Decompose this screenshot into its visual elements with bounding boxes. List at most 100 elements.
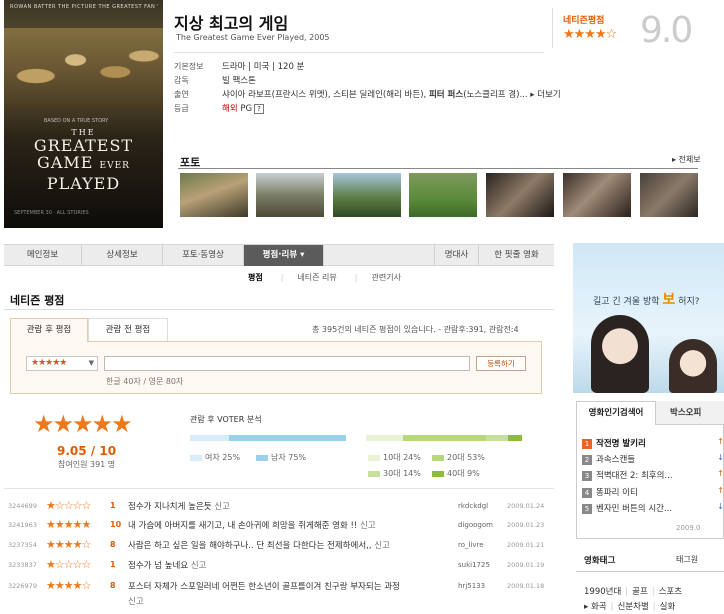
cast-list[interactable]: 샤이아 라보프(프란시스 위멧), 스티븐 딜레인(해리 바든), (222, 90, 429, 100)
review-user[interactable]: rkdckdgl (458, 502, 488, 510)
ranking-date: 2009.0 (676, 524, 701, 532)
legend-swatch-forties (432, 470, 444, 477)
tab-details[interactable]: 상세정보 (82, 245, 163, 266)
netizen-rating-score: 9.0 (640, 10, 693, 51)
review-user[interactable]: ro_livre (458, 541, 484, 549)
tab-quotes[interactable]: 명대사 (434, 245, 478, 266)
tag-link[interactable]: ▸ 화곡 (584, 602, 607, 612)
ranking-item[interactable]: 4 똥파리 이티 ↑ (582, 486, 724, 500)
photo-thumb-2[interactable] (256, 173, 324, 217)
info-basic: 드라마 | 미국 | 120 분 (222, 62, 305, 72)
review-row: 3226979 ★★★★☆ 8 포스터 자체가 스포일러네 어쩐든 한소년이 골… (4, 579, 554, 610)
tag-link[interactable]: 골프 (632, 587, 648, 597)
gender-bar (190, 435, 346, 441)
average-rating-score: 9.05 / 10 (57, 444, 117, 458)
age-bar-thirties (486, 435, 508, 441)
review-score: 1 (110, 501, 116, 510)
review-date: 2009.01.24 (507, 502, 545, 510)
participant-count: 참여인원 391 명 (58, 460, 116, 469)
photo-thumb-1[interactable] (180, 173, 248, 217)
grade-help-icon[interactable]: ? (254, 104, 264, 114)
legend-twenties: 20대 53% (432, 452, 485, 463)
report-link[interactable]: 신고 (188, 561, 207, 571)
tab-box-office[interactable]: 박스오피 (656, 401, 724, 425)
rating-divider (552, 8, 553, 48)
photo-thumb-7[interactable] (640, 173, 698, 217)
tab-before-viewing[interactable]: 관람 전 평점 (88, 318, 168, 341)
subtab-articles[interactable]: 관련기사 (371, 273, 400, 282)
tag-link[interactable]: 1990년대 (584, 587, 621, 597)
photo-thumb-3[interactable] (333, 173, 401, 217)
ranking-item[interactable]: 3 적벽대전 2: 최후의... ↑ (582, 469, 724, 483)
age-bar (366, 435, 522, 441)
tags-divider (576, 571, 724, 572)
advertisement-banner[interactable]: 길고 긴 겨울 방학 보 허지? (573, 243, 724, 393)
review-text: 사람은 하고 싶은 일을 해야하구나.. 단 최선을 다한다는 전제하에서,, … (128, 541, 390, 551)
info-grade: 해외 PG? (222, 102, 264, 114)
cast-more-link[interactable]: ▸ 더보기 (530, 90, 560, 100)
ranking-item[interactable]: 2 과속스캔들 ↓ (582, 453, 724, 467)
ranking-item[interactable]: 1 작전명 발키리 ↑ (582, 437, 724, 451)
movie-title: 지상 최고의 게임 (174, 14, 289, 33)
tag-link[interactable]: 스포츠 (659, 587, 682, 597)
review-row: 3244699 ★☆☆☆☆ 1 점수가 지나치게 높은듯 신고 rkdckdgl… (4, 499, 554, 517)
movie-tags-other-link[interactable]: 태그원 (676, 554, 698, 565)
review-score: 10 (110, 520, 122, 529)
age-bar-twenties (403, 435, 487, 441)
review-text: 내 가슴에 아버지를 새기고, 내 손아귀에 희망을 쥐게해준 영화 !! 신고 (128, 521, 376, 531)
review-score: 1 (110, 560, 116, 569)
poster-crowd-image (4, 28, 163, 108)
review-id: 3241963 (8, 521, 37, 529)
tab-reviews[interactable]: 평점·리뷰 ▾ (244, 245, 324, 266)
tab-related-movies[interactable]: 한 핏줄 영화 (478, 245, 554, 266)
review-user[interactable]: digoogom (458, 521, 493, 529)
info-label-cast: 출연 (174, 90, 189, 99)
legend-teen: 10대 24% (368, 452, 421, 463)
info-label-grade: 등급 (174, 104, 189, 113)
review-id: 3237354 (8, 541, 37, 549)
photo-thumb-6[interactable] (563, 173, 631, 217)
review-row: 3233837 ★☆☆☆☆ 1 점수가 넘 높네요 신고 suki1725 20… (4, 558, 554, 576)
legend-forties: 40대 9% (432, 468, 480, 479)
info-director[interactable]: 빌 팩스톤 (222, 74, 256, 86)
tag-link[interactable]: 신분차별 (617, 602, 648, 612)
movie-poster[interactable]: ROWAN BATTER THE PICTURE THE GREATEST FA… (4, 0, 163, 228)
tag-link[interactable]: 실화 (660, 602, 676, 612)
review-user[interactable]: hrj5133 (458, 582, 485, 590)
review-stars: ★★★★☆ (46, 538, 91, 551)
poster-bottom-text: SEPTEMBER 30 · ALL STORIES (14, 210, 89, 216)
tab-photo-video[interactable]: 포토·동영상 (163, 245, 244, 266)
subtab-rating[interactable]: 평점 (248, 273, 263, 282)
cast-bold-name[interactable]: 피터 퍼스 (429, 90, 463, 100)
tag-row-2: ▸ 화곡 | 신분차별 | 실화 (584, 602, 676, 612)
report-link[interactable]: 신고 (372, 541, 390, 551)
submit-review-button[interactable]: 등록하기 (476, 356, 526, 371)
review-id: 3233837 (8, 561, 37, 569)
photo-thumb-5[interactable] (486, 173, 554, 217)
star-rating-select[interactable]: ★★★★★ ▼ (26, 356, 98, 371)
grade-region: 해외 (222, 104, 238, 114)
report-link[interactable]: 신고 (212, 502, 230, 512)
subtab-netizen-review[interactable]: 네티즌 리뷰 (297, 273, 336, 282)
voter-analysis-title: 관람 후 VOTER 분석 (190, 415, 262, 424)
poster-title-line3: PLAYED (46, 174, 121, 193)
chevron-down-icon: ▼ (88, 359, 94, 367)
rank-up-icon: ↑ (717, 469, 724, 478)
photo-view-all-link[interactable]: ▸ 전체보 (672, 154, 701, 165)
legend-thirties: 30대 14% (368, 468, 421, 479)
tab-after-viewing[interactable]: 관람 후 평점 (10, 318, 88, 342)
poster-title-line2: GAME EVER (37, 153, 130, 172)
tab-main-info[interactable]: 메인정보 (4, 245, 82, 266)
ranking-item[interactable]: 5 벤자민 버튼의 시간... ↓ (582, 502, 724, 516)
tab-popular-search[interactable]: 영화인기검색어 (576, 401, 656, 425)
info-cast: 샤이아 라보프(프란시스 위멧), 스티븐 딜레인(해리 바든), 피터 퍼스(… (222, 90, 561, 100)
review-user[interactable]: suki1725 (458, 561, 490, 569)
review-id: 3244699 (8, 502, 37, 510)
report-link[interactable]: 신고 (128, 595, 144, 607)
review-date: 2009.01.23 (507, 521, 545, 529)
review-subtabs: 평점 | 네티즌 리뷰 | 관련기사 (248, 273, 401, 282)
photo-thumb-4[interactable] (409, 173, 477, 217)
review-input[interactable] (104, 356, 470, 371)
review-score: 8 (110, 581, 116, 590)
report-link[interactable]: 신고 (357, 521, 376, 531)
